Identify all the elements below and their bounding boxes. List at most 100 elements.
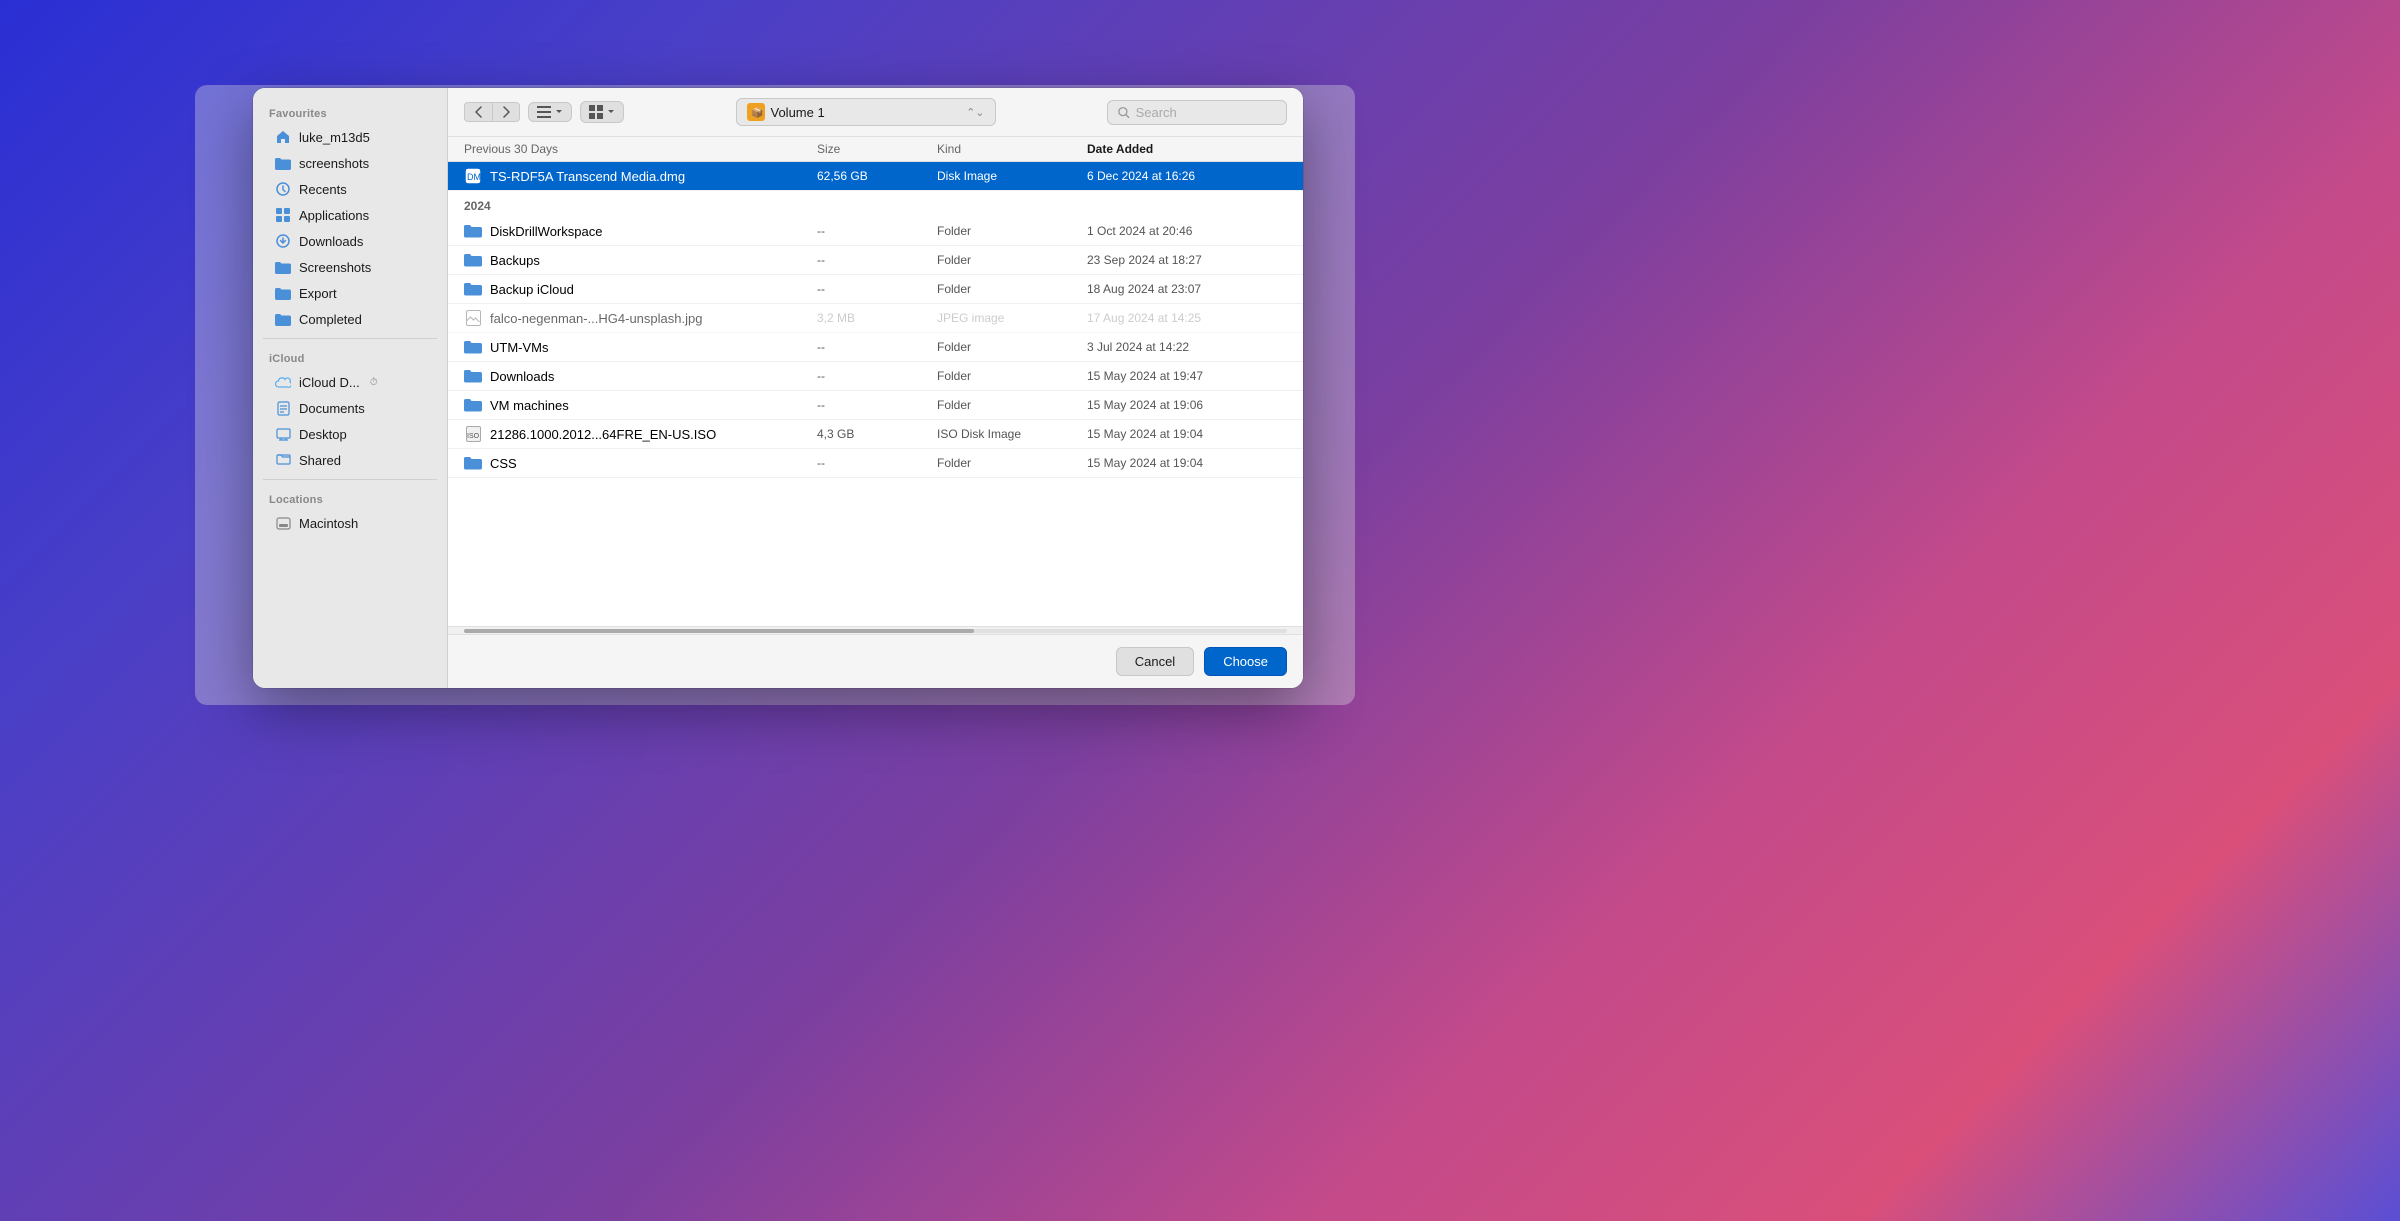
file-date: 15 May 2024 at 19:04 — [1087, 427, 1287, 441]
grid-view-button[interactable] — [580, 101, 624, 123]
col-header-size: Size — [817, 142, 937, 156]
file-size: -- — [817, 456, 937, 470]
locations-label: Locations — [253, 486, 447, 510]
file-kind: Folder — [937, 398, 1087, 412]
search-input[interactable] — [1136, 105, 1276, 120]
sidebar-item-applications[interactable]: Applications — [259, 203, 441, 227]
forward-button[interactable] — [492, 102, 520, 122]
dmg-file-icon: DMG — [464, 167, 482, 185]
sidebar-item-shared[interactable]: Shared — [259, 448, 441, 472]
nav-group — [464, 102, 520, 122]
file-name-cell: ISO 21286.1000.2012...64FRE_EN-US.ISO — [464, 425, 817, 443]
file-row[interactable]: CSS -- Folder 15 May 2024 at 19:04 — [448, 449, 1303, 478]
file-name: Downloads — [490, 369, 554, 384]
shared-icon — [275, 452, 291, 468]
file-kind: Folder — [937, 282, 1087, 296]
open-file-dialog: Favourites luke_m13d5 screenshots — [253, 88, 1303, 688]
sidebar-item-luke[interactable]: luke_m13d5 — [259, 125, 441, 149]
sidebar-item-label: luke_m13d5 — [299, 130, 370, 145]
file-name-cell: Backup iCloud — [464, 280, 817, 298]
sidebar-item-label: Documents — [299, 401, 365, 416]
file-row[interactable]: Backups -- Folder 23 Sep 2024 at 18:27 — [448, 246, 1303, 275]
sidebar-item-screenshots2[interactable]: Screenshots — [259, 255, 441, 279]
location-selector[interactable]: 📦 Volume 1 ⌃⌄ — [736, 98, 996, 126]
file-size: -- — [817, 398, 937, 412]
file-name: Backup iCloud — [490, 282, 574, 297]
file-kind: JPEG image — [937, 311, 1087, 325]
file-row[interactable]: DiskDrillWorkspace -- Folder 1 Oct 2024 … — [448, 217, 1303, 246]
file-name-cell: falco-negenman-...HG4-unsplash.jpg — [464, 309, 817, 327]
sidebar-item-macintosh[interactable]: Macintosh — [259, 511, 441, 535]
list-view-button[interactable] — [528, 102, 572, 122]
file-row-selected[interactable]: DMG TS-RDF5A Transcend Media.dmg 62,56 G… — [448, 162, 1303, 191]
file-name-cell: CSS — [464, 454, 817, 472]
folder-file-icon-4 — [464, 338, 482, 356]
cancel-button[interactable]: Cancel — [1116, 647, 1194, 676]
folder-icon — [275, 155, 291, 171]
volume-icon: 📦 — [747, 103, 765, 121]
file-size: -- — [817, 282, 937, 296]
sidebar-item-recents[interactable]: Recents — [259, 177, 441, 201]
file-kind: Folder — [937, 224, 1087, 238]
downloads-icon — [275, 233, 291, 249]
main-content: 📦 Volume 1 ⌃⌄ Previous 30 Days — [448, 88, 1303, 688]
sidebar-item-label: iCloud D... — [299, 375, 360, 390]
file-row[interactable]: ISO 21286.1000.2012...64FRE_EN-US.ISO 4,… — [448, 420, 1303, 449]
scrollbar-thumb[interactable] — [464, 629, 974, 633]
file-row[interactable]: Backup iCloud -- Folder 18 Aug 2024 at 2… — [448, 275, 1303, 304]
file-row[interactable]: Downloads -- Folder 15 May 2024 at 19:47 — [448, 362, 1303, 391]
file-row[interactable]: falco-negenman-...HG4-unsplash.jpg 3,2 M… — [448, 304, 1303, 333]
sidebar-item-screenshots[interactable]: screenshots — [259, 151, 441, 175]
selected-file-date: 6 Dec 2024 at 16:26 — [1087, 169, 1287, 183]
file-name-cell: Downloads — [464, 367, 817, 385]
svg-text:DMG: DMG — [467, 172, 481, 182]
sidebar-item-downloads[interactable]: Downloads — [259, 229, 441, 253]
file-date: 23 Sep 2024 at 18:27 — [1087, 253, 1287, 267]
scrollbar-area — [448, 626, 1303, 634]
folder-icon-3 — [275, 285, 291, 301]
clock-icon — [275, 181, 291, 197]
file-name: 21286.1000.2012...64FRE_EN-US.ISO — [490, 427, 716, 442]
sidebar-item-completed[interactable]: Completed — [259, 307, 441, 331]
back-button[interactable] — [464, 102, 492, 122]
file-name: CSS — [490, 456, 517, 471]
folder-file-icon-3 — [464, 280, 482, 298]
svg-text:📦: 📦 — [751, 106, 763, 119]
home-icon — [275, 129, 291, 145]
icloud-badge: ⏱ — [370, 377, 378, 388]
sidebar-item-documents[interactable]: Documents — [259, 396, 441, 420]
file-row[interactable]: VM machines -- Folder 15 May 2024 at 19:… — [448, 391, 1303, 420]
folder-file-icon-7 — [464, 454, 482, 472]
file-name: DiskDrillWorkspace — [490, 224, 602, 239]
file-row[interactable]: UTM-VMs -- Folder 3 Jul 2024 at 14:22 — [448, 333, 1303, 362]
sidebar-item-icloud-drive[interactable]: iCloud D... ⏱ — [259, 370, 441, 394]
file-date: 1 Oct 2024 at 20:46 — [1087, 224, 1287, 238]
sidebar-item-export[interactable]: Export — [259, 281, 441, 305]
file-kind: Folder — [937, 253, 1087, 267]
file-date: 18 Aug 2024 at 23:07 — [1087, 282, 1287, 296]
search-icon — [1118, 106, 1130, 119]
icloud-icon — [275, 374, 291, 390]
selected-file-size: 62,56 GB — [817, 169, 937, 183]
folder-file-icon-6 — [464, 396, 482, 414]
file-name-cell: DiskDrillWorkspace — [464, 222, 817, 240]
file-kind: ISO Disk Image — [937, 427, 1087, 441]
file-name-cell: UTM-VMs — [464, 338, 817, 356]
volume-name: Volume 1 — [771, 105, 961, 120]
file-size: 3,2 MB — [817, 311, 937, 325]
choose-button[interactable]: Choose — [1204, 647, 1287, 676]
scrollbar-track — [464, 629, 1287, 633]
favourites-label: Favourites — [253, 100, 447, 124]
file-size: -- — [817, 340, 937, 354]
file-kind: Folder — [937, 456, 1087, 470]
folder-icon-4 — [275, 311, 291, 327]
location-chevron-icon: ⌃⌄ — [966, 106, 984, 119]
separator-2 — [263, 479, 437, 480]
sidebar-item-label: Screenshots — [299, 260, 371, 275]
selected-file-name-cell: DMG TS-RDF5A Transcend Media.dmg — [464, 167, 817, 185]
selected-file-name: TS-RDF5A Transcend Media.dmg — [490, 169, 685, 184]
sidebar-item-label: Applications — [299, 208, 369, 223]
icloud-label: iCloud — [253, 345, 447, 369]
file-date: 17 Aug 2024 at 14:25 — [1087, 311, 1287, 325]
sidebar-item-desktop[interactable]: Desktop — [259, 422, 441, 446]
